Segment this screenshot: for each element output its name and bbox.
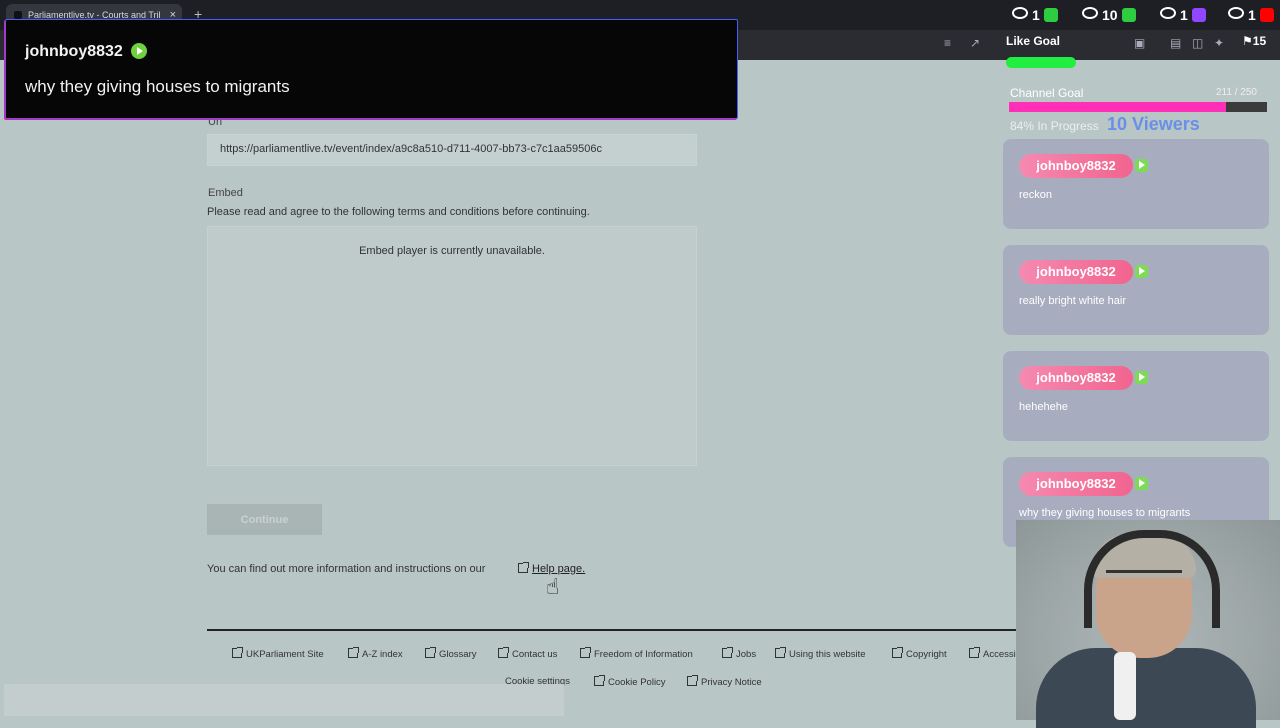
webcam-feed [1016, 520, 1280, 728]
eye-icon [1012, 7, 1028, 19]
chat-message: why they giving houses to migrants [1019, 507, 1191, 519]
channel-goal-title: Channel Goal [1010, 86, 1084, 100]
kick-play-icon [1135, 265, 1148, 278]
embed-box: Embed player is currently unavailable. [207, 226, 697, 466]
footer-link-jobs[interactable]: Jobs [722, 647, 756, 660]
kick-play-icon [1135, 159, 1148, 172]
stat-viewers-2: 10 [1082, 7, 1136, 23]
chat-username: johnboy8832 [1019, 472, 1133, 496]
external-link-icon [518, 562, 529, 573]
youtube-icon [1259, 8, 1274, 22]
stat-viewers-4: 1 [1228, 7, 1274, 23]
mouse-cursor-icon: ☝ [546, 574, 560, 599]
headset-icon [1084, 530, 1220, 628]
channel-goal-fill [1009, 102, 1226, 112]
channel-goal-count: 211 / 250 [1216, 87, 1257, 98]
like-goal-label: Like Goal [1006, 34, 1061, 48]
footer-divider [207, 629, 1062, 631]
continue-button[interactable]: Continue [207, 504, 322, 535]
channel-goal-status: 84% In Progress [1010, 119, 1099, 133]
embed-label: Embed [208, 187, 243, 199]
chat-message: really bright white hair [1019, 295, 1126, 307]
eye-icon [1160, 7, 1176, 19]
external-link-icon [687, 675, 698, 686]
kick-play-icon [1135, 371, 1148, 384]
chat-card: johnboy8832 reckon [1003, 139, 1269, 229]
external-link-icon [775, 647, 786, 658]
kick-icon [1043, 8, 1058, 22]
footer-link-az-index[interactable]: A-Z index [348, 647, 403, 660]
chat-username: johnboy8832 [1019, 154, 1133, 178]
chat-alert-popup: johnboy8832 why they giving houses to mi… [5, 19, 738, 119]
help-text: You can find out more information and in… [207, 563, 486, 575]
like-goal-bar [1006, 57, 1076, 68]
eye-icon [1082, 7, 1098, 19]
sidebar-icon[interactable]: ▤ [1170, 36, 1181, 50]
url-field[interactable]: https://parliamentlive.tv/event/index/a9… [207, 134, 697, 166]
eye-icon [1228, 7, 1244, 19]
external-link-icon [232, 647, 243, 658]
kick-play-icon [130, 43, 147, 59]
footer-link-using-website[interactable]: Using this website [775, 647, 866, 660]
external-link-icon [348, 647, 359, 658]
chat-alert-username: johnboy8832 [25, 43, 147, 61]
url-value: https://parliamentlive.tv/event/index/a9… [220, 143, 602, 155]
chat-card: johnboy8832 really bright white hair [1003, 245, 1269, 335]
external-link-icon [425, 647, 436, 658]
chat-message: hehehehe [1019, 401, 1068, 413]
performance-stats-strip [4, 684, 564, 716]
top-right-counter: ⚑15 [1242, 34, 1267, 48]
bookmark-icon[interactable]: ✦ [1214, 36, 1224, 50]
chat-card: johnboy8832 hehehehe [1003, 351, 1269, 441]
footer-link-cookie-policy[interactable]: Cookie Policy [594, 675, 666, 688]
footer-link-copyright[interactable]: Copyright [892, 647, 947, 660]
chat-username: johnboy8832 [1019, 366, 1133, 390]
user-icon: ⚑ [1242, 34, 1253, 48]
footer-link-contact[interactable]: Contact us [498, 647, 557, 660]
terms-text: Please read and agree to the following t… [207, 206, 590, 218]
external-link-icon [594, 675, 605, 686]
stat-viewers-3: 1 [1160, 7, 1206, 23]
channel-goal-track [1009, 102, 1267, 112]
site-favicon-icon [14, 11, 22, 19]
kick-play-icon [1135, 477, 1148, 490]
microphone-icon [1114, 652, 1136, 720]
chat-username: johnboy8832 [1019, 260, 1133, 284]
footer-link-glossary[interactable]: Glossary [425, 647, 476, 660]
external-link-icon [498, 647, 509, 658]
footer-link-privacy[interactable]: Privacy Notice [687, 675, 762, 688]
embed-unavailable-text: Embed player is currently unavailable. [359, 245, 545, 257]
chat-alert-message: why they giving houses to migrants [25, 77, 290, 96]
tab-groups-icon[interactable]: ◫ [1192, 36, 1203, 50]
external-link-icon [892, 647, 903, 658]
footer-link-ukparliament[interactable]: UKParliament Site [232, 647, 324, 660]
webcam-person-body [1036, 648, 1256, 728]
extensions-icon[interactable]: ▣ [1134, 36, 1145, 50]
external-link-icon [969, 647, 980, 658]
footer-link-foi[interactable]: Freedom of Information [580, 647, 693, 660]
external-link-icon [722, 647, 733, 658]
reader-mode-icon[interactable]: ≡ [944, 36, 951, 50]
external-link-icon [580, 647, 591, 658]
viewer-count: 10 Viewers [1107, 114, 1200, 134]
twitch-icon [1191, 8, 1206, 22]
play-icon [1121, 8, 1136, 22]
stat-viewers-1: 1 [1012, 7, 1058, 23]
share-icon[interactable]: ↗ [970, 36, 980, 50]
chat-message: reckon [1019, 189, 1053, 201]
